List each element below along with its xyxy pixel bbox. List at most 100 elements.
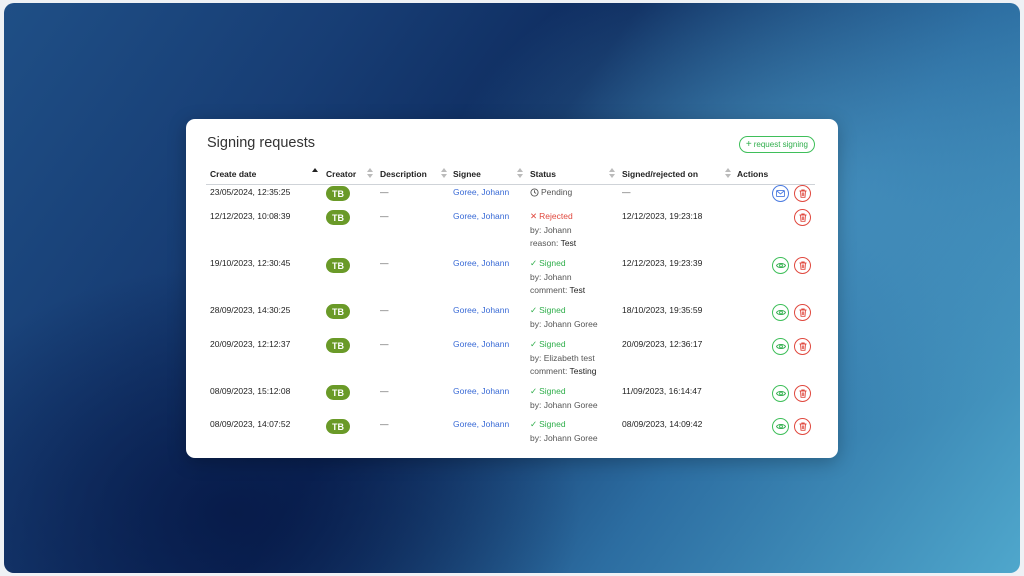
delete-button[interactable] [794,209,811,226]
status-label: Signed [539,305,566,315]
description: — [380,419,389,429]
sort-icon[interactable] [367,168,373,180]
status-label: Rejected [539,211,573,221]
creator-avatar: TB [326,186,350,201]
creator-avatar: TB [326,304,350,319]
view-button[interactable] [772,338,789,355]
trash-icon [799,261,806,270]
status-note: comment: Testing [530,366,597,376]
mail-icon [776,190,785,197]
column-header-status[interactable]: Status [530,163,556,184]
eye-icon [775,263,786,268]
status: Pending [530,186,572,200]
create-date: 19/10/2023, 12:30:45 [210,258,291,268]
panel-title: Signing requests [207,135,316,151]
column-header-signed-rejected-on[interactable]: Signed/rejected on [622,163,698,184]
creator-avatar: TB [326,258,350,273]
status-note: comment: Test [530,285,586,295]
column-header-create-date[interactable]: Create date [210,163,256,184]
signee-link[interactable]: Goree, Johann [453,418,509,432]
status-note: reason: Test [530,238,577,248]
delete-button[interactable] [794,185,811,202]
status: ✕ Rejected by: Johann reason: Test [530,210,576,251]
sort-icon[interactable] [725,168,731,180]
view-button[interactable] [772,304,789,321]
delete-button[interactable] [794,418,811,435]
trash-icon [799,308,806,317]
delete-button[interactable] [794,385,811,402]
trash-icon [799,213,806,222]
signee-link[interactable]: Goree, Johann [453,257,509,271]
column-header-creator[interactable]: Creator [326,163,356,184]
create-date: 08/09/2023, 15:12:08 [210,386,291,396]
view-button[interactable] [772,385,789,402]
creator-avatar: TB [326,338,350,353]
eye-icon [775,310,786,315]
trash-icon [799,189,806,198]
column-header-signee[interactable]: Signee [453,163,481,184]
status: ✓ Signed by: Johann comment: Test [530,257,585,298]
creator-avatar: TB [326,385,350,400]
delete-button[interactable] [794,338,811,355]
sort-icon[interactable] [517,168,523,180]
view-button[interactable] [772,418,789,435]
status-label: Pending [541,187,573,197]
trash-icon [799,389,806,398]
signed-on: 08/09/2023, 14:09:42 [622,419,703,429]
description: — [380,258,389,268]
status-label: Signed [539,419,566,429]
sort-icon[interactable] [609,168,615,180]
description: — [380,211,389,221]
status-by: by: Johann Goree [530,399,598,410]
signing-requests-panel: Signing requests + request signing Creat… [186,119,838,458]
status-by: by: Johann Goree [530,318,598,329]
request-signing-label: request signing [753,140,808,149]
signee-link[interactable]: Goree, Johann [453,338,509,352]
create-date: 12/12/2023, 10:08:39 [210,211,291,221]
eye-icon [775,391,786,396]
delete-button[interactable] [794,304,811,321]
signee-link[interactable]: Goree, Johann [453,304,509,318]
eye-icon [775,344,786,349]
check-icon: ✓ [530,386,538,396]
signed-on: 11/09/2023, 16:14:47 [622,386,702,396]
column-header-actions: Actions [737,168,769,179]
creator-avatar: TB [326,210,350,225]
status-by: by: Johann Goree [530,432,598,443]
signee-link[interactable]: Goree, Johann [453,186,509,200]
signed-on: — [622,187,631,197]
status: ✓ Signed by: Johann Goree [530,418,598,445]
table-header: Create date Creator Description Signee S… [206,163,815,185]
plus-icon: + [745,138,752,150]
sort-icon[interactable] [312,168,318,180]
clock-icon [530,188,539,197]
status-label: Signed [539,386,566,396]
signed-on: 20/09/2023, 12:36:17 [622,339,703,349]
signee-link[interactable]: Goree, Johann [453,210,509,224]
delete-button[interactable] [794,257,811,274]
check-icon: ✓ [530,258,538,268]
status-by: by: Johann [530,271,572,282]
description: — [380,187,389,197]
x-icon: ✕ [530,211,538,221]
trash-icon [799,422,806,431]
create-date: 08/09/2023, 14:07:52 [210,419,291,429]
signed-on: 12/12/2023, 19:23:18 [622,211,703,221]
signee-link[interactable]: Goree, Johann [453,385,509,399]
send-reminder-button[interactable] [772,185,789,202]
status-label: Signed [539,258,566,268]
description: — [380,305,389,315]
sort-icon[interactable] [441,168,447,180]
description: — [380,339,389,349]
view-button[interactable] [772,257,789,274]
signed-on: 12/12/2023, 19:23:39 [622,258,703,268]
column-header-description[interactable]: Description [380,163,427,184]
trash-icon [799,342,806,351]
create-date: 23/05/2024, 12:35:25 [210,187,291,197]
signed-on: 18/10/2023, 19:35:59 [622,305,703,315]
status: ✓ Signed by: Elizabeth test comment: Tes… [530,338,596,379]
status-by: by: Elizabeth test [530,352,595,363]
request-signing-button[interactable]: + request signing [738,136,815,153]
status-by: by: Johann [530,224,572,235]
check-icon: ✓ [530,419,538,429]
